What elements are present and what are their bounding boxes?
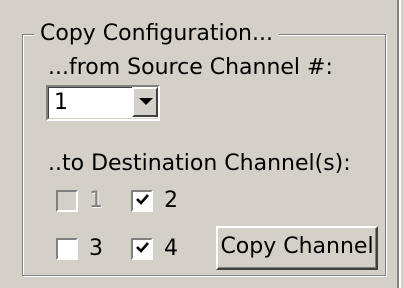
checkmark-icon [136,242,149,253]
source-channel-value: 1 [54,90,68,115]
dropdown-button[interactable] [132,87,158,117]
channel-3-label: 3 [89,236,103,261]
copy-configuration-panel: Copy Configuration... ...from Source Cha… [0,0,404,288]
channel-4-label: 4 [164,236,178,261]
groupbox-title: Copy Configuration... [34,20,279,48]
panel-edge [397,0,401,288]
channel-1-checkbox[interactable] [56,190,78,212]
copy-channel-button[interactable]: Copy Channel [216,226,378,270]
channel-2-label: 2 [164,188,178,213]
chevron-down-icon [139,98,153,105]
channel-2-checkbox[interactable] [131,190,153,212]
channel-4-checkbox[interactable] [131,238,153,260]
channel-1-label: 1 [89,188,103,213]
copy-channel-label: Copy Channel [220,234,374,259]
channel-3-checkbox[interactable] [56,238,78,260]
source-channel-dropdown[interactable]: 1 [46,85,160,121]
checkmark-icon [136,194,149,205]
destination-channels-label: ..to Destination Channel(s): [48,151,351,176]
source-channel-label: ...from Source Channel #: [48,55,333,80]
